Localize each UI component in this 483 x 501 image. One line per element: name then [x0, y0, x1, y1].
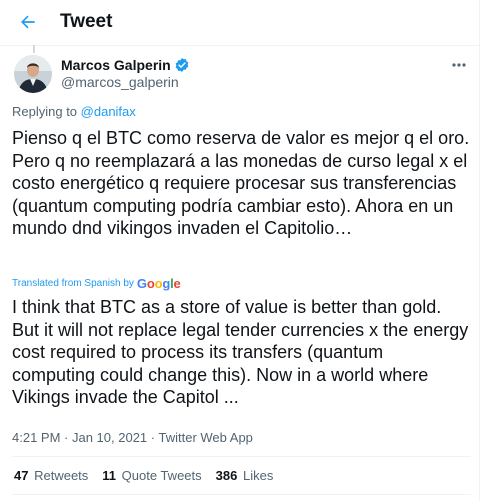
replying-to: Replying to @danifax	[12, 104, 136, 119]
tweet-date[interactable]: Jan 10, 2021	[72, 430, 147, 445]
meta-separator: ·	[60, 430, 72, 445]
likes-label: Likes	[242, 468, 274, 483]
header-title: Tweet	[60, 11, 113, 32]
verified-badge-icon	[174, 57, 190, 73]
tweet-text: Pienso q el BTC como reserva de valor es…	[12, 128, 470, 238]
quote-tweets-label: Quote Tweets	[121, 468, 202, 483]
tweet-source[interactable]: Twitter Web App	[159, 430, 253, 445]
header: Tweet	[0, 0, 479, 46]
author-name[interactable]: Marcos Galperin	[61, 57, 171, 73]
google-logo: Google	[136, 276, 181, 291]
retweets-label: Retweets	[34, 468, 89, 483]
back-button[interactable]	[12, 6, 44, 38]
author-handle[interactable]: @marcos_galperin	[61, 74, 179, 90]
author-name-row: Marcos Galperin	[61, 57, 190, 73]
arrow-left-icon	[21, 15, 35, 29]
translation-attribution[interactable]: Translated from Spanish by Google	[12, 276, 181, 291]
likes-count: 386	[215, 468, 238, 483]
tweet-page: Tweet Marcos Galperin @marcos_galperin R…	[0, 0, 480, 501]
translation-label: Translated from Spanish by	[12, 278, 134, 289]
more-button[interactable]	[445, 56, 473, 74]
likes-stat[interactable]: 386 Likes	[216, 468, 274, 483]
replying-to-handle[interactable]: @danifax	[81, 104, 136, 119]
retweets-stat[interactable]: 47 Retweets	[14, 468, 88, 483]
replying-to-label: Replying to	[12, 104, 81, 119]
quote-tweets-stat[interactable]: 11 Quote Tweets	[102, 468, 201, 483]
more-icon	[452, 63, 466, 67]
avatar-image	[14, 55, 52, 93]
meta-separator: ·	[147, 430, 159, 445]
avatar[interactable]	[14, 55, 52, 93]
tweet-time[interactable]: 4:21 PM	[12, 430, 60, 445]
divider	[12, 456, 471, 457]
divider	[12, 494, 471, 495]
tweet-stats: 47 Retweets 11 Quote Tweets 386 Likes	[14, 468, 273, 483]
retweets-count: 47	[14, 468, 29, 483]
quote-tweets-count: 11	[102, 468, 117, 483]
tweet-meta: 4:21 PM · Jan 10, 2021 · Twitter Web App	[12, 430, 253, 445]
thread-line	[33, 45, 35, 53]
translated-text: I think that BTC as a store of value is …	[12, 297, 469, 407]
